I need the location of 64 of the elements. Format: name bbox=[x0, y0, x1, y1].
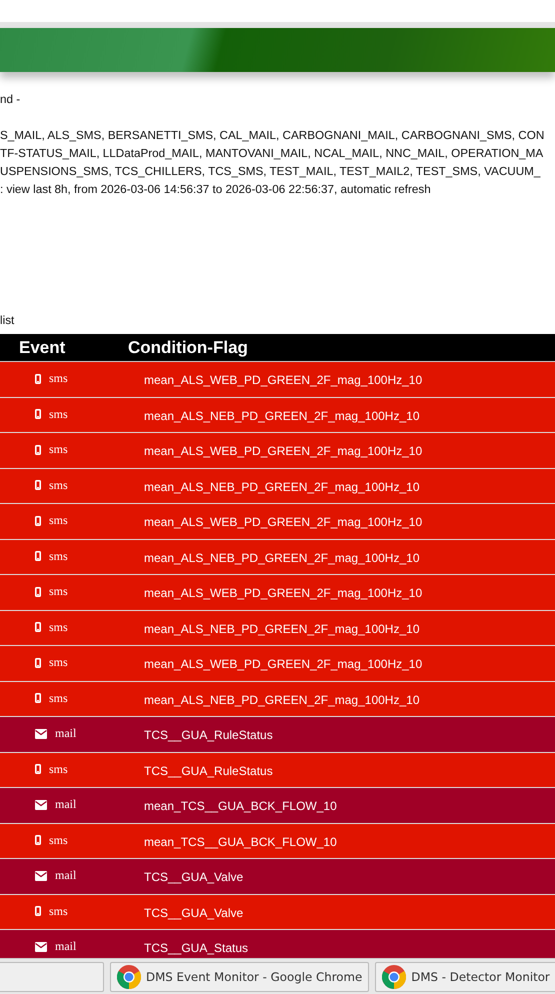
phone-icon bbox=[35, 906, 41, 916]
event-type: sms bbox=[49, 655, 68, 670]
event-type: sms bbox=[49, 832, 68, 848]
event-type: sms bbox=[49, 690, 68, 706]
envelope-icon bbox=[35, 942, 47, 952]
phone-icon bbox=[35, 480, 41, 490]
event-type: sms bbox=[49, 584, 68, 599]
event-type: mail bbox=[55, 939, 76, 954]
info-text: USPENSIONS_SMS, TCS_CHILLERS, TCS_SMS, TEST_MAIL, TEST_MAIL2, TEST_SMS, VACUUM_ bbox=[0, 164, 540, 180]
event-type: sms bbox=[49, 371, 68, 386]
flag-text: TCS__GUA_RuleStatus bbox=[144, 762, 273, 778]
info-text: TF-STATUS_MAIL, LLDataProd_MAIL, MANTOVANI_MAIL, NCAL_MAIL, NNC_MAIL, OPERATION_MA bbox=[0, 146, 544, 162]
flag-text: mean_ALS_NEB_PD_GREEN_2F_mag_100Hz_10 bbox=[144, 620, 420, 636]
phone-icon bbox=[35, 622, 41, 632]
phone-icon bbox=[35, 551, 41, 561]
event-type: mail bbox=[55, 726, 76, 741]
browser-icon bbox=[117, 964, 141, 988]
column-header: Condition-Flag bbox=[127, 338, 248, 358]
flag-text: TCS__GUA_Status bbox=[144, 940, 248, 955]
taskbar-button[interactable] bbox=[0, 962, 104, 992]
phone-icon bbox=[35, 764, 41, 774]
flag-text: mean_ALS_WEB_PD_GREEN_2F_mag_100Hz_10 bbox=[144, 443, 422, 458]
phone-icon bbox=[35, 374, 41, 384]
header-text: nd - bbox=[0, 92, 20, 108]
flag-text: mean_ALS_WEB_PD_GREEN_2F_mag_100Hz_10 bbox=[144, 514, 422, 529]
flag-text: mean_ALS_NEB_PD_GREEN_2F_mag_100Hz_10 bbox=[144, 550, 420, 564]
event-type: sms bbox=[49, 513, 68, 528]
column-header: Event bbox=[18, 338, 66, 358]
phone-icon bbox=[35, 835, 41, 845]
flag-text: TCS__GUA_Valve bbox=[144, 904, 244, 920]
flag-text: TCS__GUA_Valve bbox=[144, 869, 244, 884]
phone-icon bbox=[35, 444, 41, 454]
event-type: sms bbox=[49, 620, 68, 634]
phone-icon bbox=[35, 516, 41, 526]
info-text: : view last 8h, from 2026-03-06 14:56:37 to 2026-03-06 22:56:37, automatic refresh bbox=[0, 182, 431, 198]
event-type: sms bbox=[49, 762, 68, 776]
browser-icon bbox=[382, 964, 406, 988]
event-type: sms bbox=[49, 442, 68, 457]
envelope-icon bbox=[35, 800, 47, 810]
phone-icon bbox=[35, 586, 41, 596]
envelope-icon bbox=[35, 870, 47, 880]
list-label: list bbox=[0, 313, 14, 329]
event-type: sms bbox=[49, 904, 68, 918]
event-type: sms bbox=[49, 548, 68, 564]
event-type: mail bbox=[55, 797, 76, 812]
flag-text: mean_ALS_NEB_PD_GREEN_2F_mag_100Hz_10 bbox=[144, 478, 420, 494]
flag-text: mean_ALS_NEB_PD_GREEN_2F_mag_100Hz_10 bbox=[144, 408, 420, 422]
flag-text: mean_ALS_NEB_PD_GREEN_2F_mag_100Hz_10 bbox=[144, 692, 420, 706]
event-type: sms bbox=[49, 406, 68, 422]
phone-icon bbox=[35, 658, 41, 668]
flag-text: TCS__GUA_RuleStatus bbox=[144, 727, 273, 742]
taskbar-button[interactable]: DMS - Detector Monitor bbox=[375, 962, 555, 992]
flag-text: mean_TCS__GUA_BCK_FLOW_10 bbox=[144, 834, 337, 848]
phone-icon bbox=[35, 693, 41, 703]
flag-text: mean_ALS_WEB_PD_GREEN_2F_mag_100Hz_10 bbox=[144, 656, 422, 671]
taskbar-button[interactable]: DMS Event Monitor - Google Chrome bbox=[110, 962, 370, 992]
flag-text: mean_ALS_WEB_PD_GREEN_2F_mag_100Hz_10 bbox=[144, 585, 422, 600]
event-type: mail bbox=[55, 868, 76, 883]
flag-text: mean_ALS_WEB_PD_GREEN_2F_mag_100Hz_10 bbox=[144, 372, 422, 387]
event-type: sms bbox=[49, 478, 68, 492]
info-text: S_MAIL, ALS_SMS, BERSANETTI_SMS, CAL_MAIL, CARBOGNANI_MAIL, CARBOGNANI_SMS, CON bbox=[0, 128, 544, 144]
envelope-icon bbox=[35, 728, 47, 738]
phone-icon bbox=[35, 409, 41, 419]
flag-text: mean_TCS__GUA_BCK_FLOW_10 bbox=[144, 798, 337, 813]
